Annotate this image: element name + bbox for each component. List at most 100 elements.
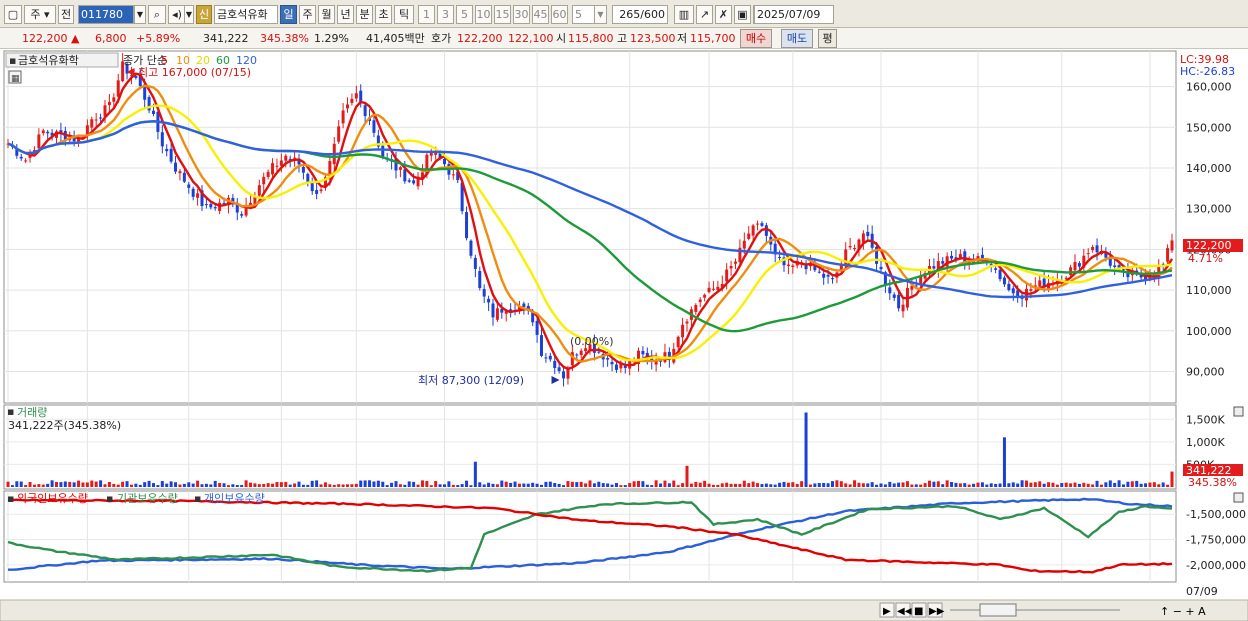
volume-bar (813, 483, 817, 487)
volume-bar (1051, 482, 1055, 487)
interval-1[interactable]: 1 (418, 5, 435, 24)
candle-body (473, 257, 477, 269)
candle-body (760, 223, 764, 226)
eval-button[interactable]: 평 (818, 29, 837, 48)
volume-bar (760, 484, 764, 487)
interval-60[interactable]: 60 (551, 5, 568, 24)
volume-bar (429, 485, 433, 487)
interval-15[interactable]: 15 (494, 5, 511, 24)
ask-label: 호가 (431, 32, 452, 45)
high-value: 123,500 (630, 32, 676, 45)
holdings-pane-close-icon[interactable] (1233, 492, 1244, 503)
title-square-icon: ▪ (9, 54, 16, 67)
indicator-icon[interactable]: ▥ (674, 5, 694, 24)
holdings-y-tick: -1,750,000 (1186, 534, 1246, 547)
interval-5[interactable]: 5 (456, 5, 473, 24)
volume-bar (1042, 483, 1046, 487)
candle-body (614, 364, 618, 370)
volume-bar (403, 484, 407, 487)
volume-bar (1016, 483, 1020, 487)
chart-type-icon[interactable]: ✗ (715, 5, 732, 24)
scroll-thumb[interactable] (979, 603, 1017, 617)
volume-bar (359, 480, 363, 487)
stock-code-dropdown-icon[interactable]: ▼ (134, 5, 146, 24)
volume-bar (99, 480, 103, 487)
candle-body (469, 240, 473, 256)
holdings-y-tick: -1,500,000 (1186, 508, 1246, 521)
volume-bar (707, 483, 711, 487)
candle-body (584, 348, 588, 352)
stock-code-input[interactable]: 011780 (78, 5, 134, 24)
volume-pane-close-icon[interactable] (1233, 406, 1244, 417)
timeframe-week[interactable]: 주 (299, 5, 316, 24)
price-y-tick: 150,000 (1186, 121, 1232, 134)
volume-bar (416, 484, 420, 487)
volume-bar (579, 481, 583, 487)
timeframe-tick[interactable]: 틱 (394, 5, 414, 24)
volume-bar (839, 481, 843, 487)
interval-input[interactable]: 5 (572, 5, 596, 24)
speaker-dropdown-icon[interactable]: ▼ (184, 5, 194, 24)
volume-bar (654, 480, 658, 487)
period-selector[interactable]: 주 ▾ (24, 5, 56, 24)
volume-bar (628, 483, 632, 487)
volume-bar (857, 482, 861, 487)
volume-value: 341,222 (203, 32, 249, 45)
date-field[interactable]: 2025/07/09 (754, 5, 834, 24)
draw-line-icon[interactable]: ↗ (696, 5, 713, 24)
volume-bar (663, 480, 667, 487)
volume-bar (544, 481, 548, 487)
window-menu-icon[interactable]: ▢ (4, 5, 22, 24)
volume-bar (310, 480, 314, 487)
volume-bar (998, 483, 1002, 487)
interval-3[interactable]: 3 (437, 5, 454, 24)
candle-body (861, 233, 865, 243)
search-icon[interactable]: ⌕ (148, 5, 166, 24)
volume-bar (200, 484, 204, 487)
volume-bar (1091, 484, 1095, 487)
volume-bar (1025, 480, 1028, 487)
stock-chart[interactable]: 160,000150,000140,000130,000120,000110,0… (0, 49, 1248, 621)
candle-body (209, 203, 213, 208)
bar-count-max: /600 (640, 8, 665, 21)
sin-button[interactable]: 신 (196, 5, 212, 24)
candle-body (196, 193, 200, 198)
timeframe-second[interactable]: 초 (375, 5, 392, 24)
price-y-tick: 110,000 (1186, 284, 1232, 297)
timeframe-minute[interactable]: 분 (356, 5, 373, 24)
annotation-high: 최고 167,000 (07/15) (138, 66, 251, 79)
interval-10[interactable]: 10 (475, 5, 492, 24)
volume-bar (879, 483, 883, 487)
interval-30[interactable]: 30 (513, 5, 530, 24)
volume-bar (59, 482, 63, 487)
candle-body (641, 350, 645, 355)
volume-bar (398, 484, 402, 487)
zoom-controls[interactable]: ↑ − + A (1160, 605, 1206, 618)
candle-body (522, 303, 526, 307)
interval-dropdown-icon[interactable]: ▼ (594, 5, 607, 24)
candle-body (853, 248, 857, 250)
candle-body (37, 134, 41, 149)
interval-45[interactable]: 45 (532, 5, 549, 24)
buy-button[interactable]: 매수 (740, 29, 772, 48)
volume-bar (685, 465, 689, 487)
sell-button[interactable]: 매도 (781, 29, 813, 48)
candle-body (341, 110, 345, 124)
volume-bar (213, 480, 217, 487)
volume-bar (152, 483, 155, 487)
volume-bar (985, 484, 989, 487)
volume-bar (676, 485, 680, 487)
bar-count-field[interactable]: 265/600 (612, 5, 668, 24)
save-icon[interactable]: ▣ (734, 5, 751, 24)
timeframe-month[interactable]: 월 (318, 5, 335, 24)
chart-background (0, 49, 1248, 621)
volume-bar (41, 484, 45, 487)
prev-button[interactable]: 전 (58, 5, 74, 24)
candle-body (553, 360, 557, 368)
candle-body (301, 166, 305, 173)
date-axis-bg (0, 583, 1248, 599)
timeframe-year[interactable]: 년 (337, 5, 354, 24)
candle-body (729, 265, 733, 269)
volume-bar (958, 483, 962, 487)
timeframe-day[interactable]: 일 (280, 5, 297, 24)
